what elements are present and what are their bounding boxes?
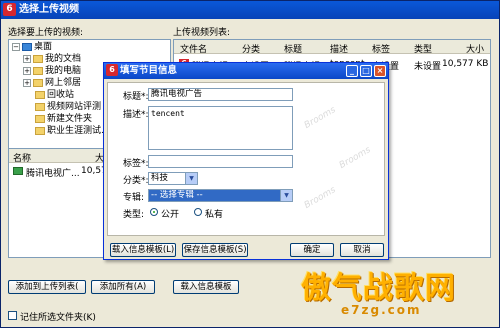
remember-folder-checkbox[interactable] [8,311,17,320]
dialog-title-bar: 6 填写节目信息 _ □ × [104,63,388,79]
private-radio[interactable] [194,208,202,216]
logo-url-text: e7zg.com [341,303,422,317]
maximize-icon[interactable]: □ [360,65,372,77]
folder-icon [35,114,45,123]
tree-label: 网上邻居 [45,78,82,88]
desktop-icon [22,42,32,51]
network-icon [33,78,43,87]
upload-list-label: 上传视频列表: [173,28,231,38]
tags-label: 标签*: [123,159,149,169]
load-template-button[interactable]: 载入信息模板 [173,280,239,294]
tree-label: 视频网站评测 [47,102,102,112]
load-info-template-button[interactable]: 载入信息模板(L) [110,243,176,257]
col-category[interactable]: 分类 [242,42,260,55]
grid-header: 文件名 分类 标题 描述 标签 类型 大小 [174,40,490,55]
expand-icon[interactable]: + [23,54,31,63]
tree-item-desktop[interactable]: − 桌面 [12,42,52,53]
chevron-down-icon[interactable]: ▼ [280,190,292,201]
public-radio[interactable] [150,208,158,216]
add-to-upload-list-button[interactable]: 添加到上传列表( [8,280,86,294]
album-label: 专辑: [123,193,145,203]
cell-size: 10,577 KB [442,59,489,69]
folder-icon [33,54,43,63]
col-desc[interactable]: 描述 [330,42,348,55]
dialog-title: 填写节目信息 [120,65,178,76]
category-select[interactable]: 科技 ▼ [148,172,198,185]
tree-label: 我的文档 [45,54,82,64]
desc-textarea[interactable]: tencent [148,106,293,150]
site-logo: 傲气战歌网 e7zg.com [301,263,495,321]
logo-brand-text: 傲气战歌网 [301,271,456,306]
album-value: -- 选择专辑 -- [151,190,203,200]
ok-button[interactable]: 确定 [290,243,334,257]
app-icon: 6 [3,3,16,16]
tree-item-new-folder[interactable]: 新建文件夹 [35,114,92,125]
public-label: 公开 [161,210,180,220]
col-tags[interactable]: 标签 [372,42,390,55]
recycle-bin-icon [35,90,45,99]
private-label: 私有 [205,210,224,220]
category-value: 科技 [151,173,169,183]
tree-item-my-documents[interactable]: + 我的文档 [23,54,81,65]
watermark-text: Brooms [302,185,338,211]
tree-label: 回收站 [47,90,75,100]
dialog-app-icon: 6 [106,64,118,76]
close-icon[interactable]: × [374,65,386,77]
tags-input[interactable] [148,155,293,168]
cell-type: 未设置 [414,62,442,72]
tree-label: 职业生涯测试... [47,126,110,136]
chevron-down-icon[interactable]: ▼ [185,173,197,184]
save-info-template-button[interactable]: 保存信息模板(S) [182,243,248,257]
folder-icon [35,102,45,111]
collapse-icon[interactable]: − [12,42,20,51]
tree-item-recycle-bin[interactable]: 回收站 [35,90,74,101]
column-name[interactable]: 名称 [13,151,31,164]
expand-icon[interactable]: + [23,78,31,87]
dialog-form: 标题*: 腾讯电视广告 描述*: tencent 标签*: 分类*: 科技 ▼ … [107,82,385,236]
minimize-icon[interactable]: _ [346,65,358,77]
tree-item-career-test[interactable]: 职业生涯测试... [35,126,110,137]
watermark-text: Brooms [337,145,373,171]
cancel-button[interactable]: 取消 [340,243,384,257]
type-label: 类型: [123,210,145,220]
tree-item-network[interactable]: + 网上邻居 [23,78,81,89]
expand-icon[interactable]: + [23,66,31,75]
album-select[interactable]: -- 选择专辑 -- ▼ [148,189,293,202]
tree-label: 新建文件夹 [47,114,93,124]
program-info-dialog: 6 填写节目信息 _ □ × 标题*: 腾讯电视广告 描述*: tencent … [103,62,389,260]
col-size[interactable]: 大小 [466,42,484,55]
select-video-label: 选择要上传的视频: [8,28,84,38]
tree-label: 桌面 [34,42,53,52]
title-input[interactable]: 腾讯电视广告 [148,88,293,101]
col-title[interactable]: 标题 [284,42,302,55]
category-label: 分类*: [123,176,149,186]
window-title-bar: 6 选择上传视频 [1,1,499,19]
col-filename[interactable]: 文件名 [180,42,207,55]
title-label: 标题*: [123,92,149,102]
tree-item-my-computer[interactable]: + 我的电脑 [23,66,81,77]
file-name: 腾讯电视广... [26,169,80,179]
folder-icon [35,126,45,135]
tree-item-video-review[interactable]: 视频网站评测 [35,102,101,113]
video-file-icon [13,167,23,175]
desc-label: 描述*: [123,110,149,120]
remember-folder-label: 记住所选文件夹(K) [20,313,96,323]
computer-icon [33,66,43,75]
window-title: 选择上传视频 [19,4,79,15]
add-all-button[interactable]: 添加所有(A) [91,280,155,294]
col-type[interactable]: 类型 [414,42,432,55]
watermark-text: Brooms [302,105,338,131]
tree-label: 我的电脑 [45,66,82,76]
